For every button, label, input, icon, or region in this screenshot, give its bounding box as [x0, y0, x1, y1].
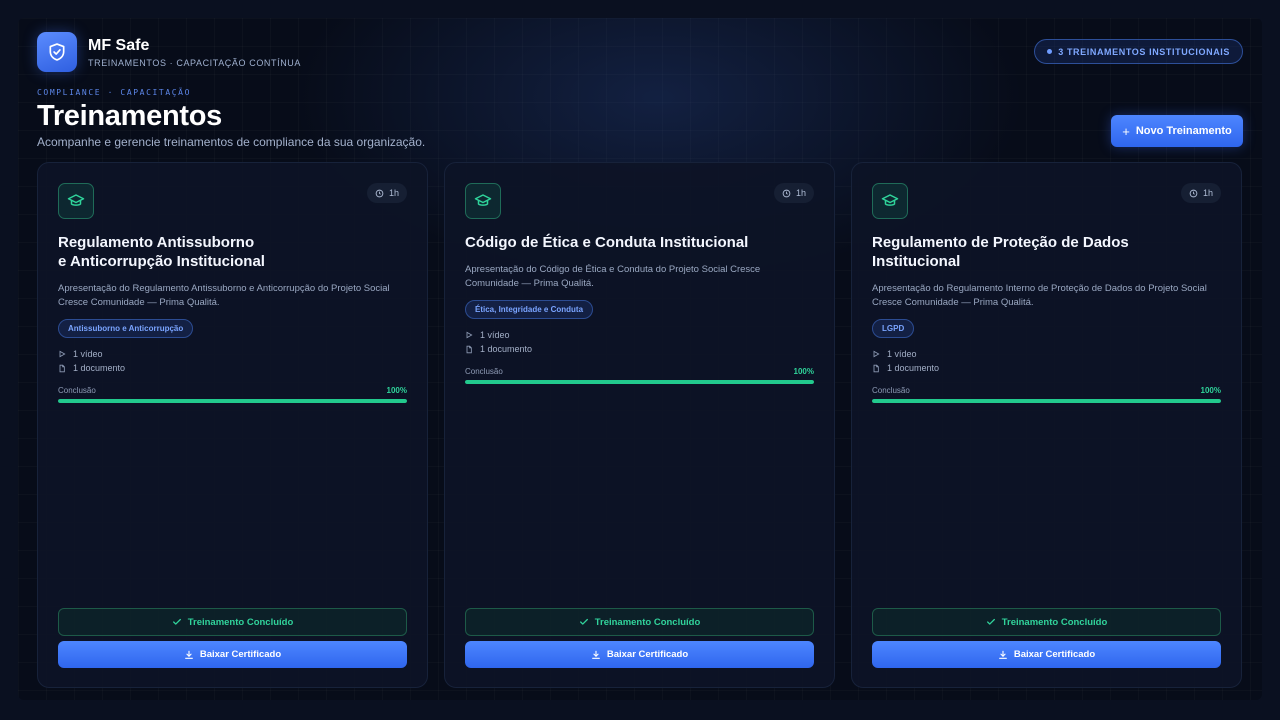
training-title: Regulamento de Proteção de Dados Institu… [872, 233, 1221, 271]
progress-bar [58, 399, 407, 403]
category-tag: LGPD [872, 319, 915, 338]
graduation-cap-icon [465, 183, 501, 219]
training-title: Código de Ética e Conduta Institucional [465, 233, 814, 252]
duration-value: 1h [388, 188, 399, 198]
download-certificate-button[interactable]: Baixar Certificado [872, 641, 1221, 668]
brand-name: MF Safe [88, 37, 150, 54]
progress-percent: 100% [1200, 386, 1221, 395]
new-training-button[interactable]: + Novo Treinamento [1111, 115, 1243, 147]
video-count-label: 1 vídeo [887, 349, 917, 359]
training-description: Apresentação do Regulamento Interno de P… [872, 283, 1207, 308]
duration-value: 1h [1202, 188, 1213, 198]
training-title-line1: Regulamento Antissuborno [58, 234, 255, 251]
completed-label: Treinamento Concluído [187, 616, 294, 628]
completed-label: Treinamento Concluído [1001, 616, 1108, 628]
document-count: 1 documento [872, 361, 1221, 375]
document-icon [59, 364, 65, 372]
play-icon [873, 350, 880, 358]
clock-icon [1189, 189, 1198, 197]
video-count-label: 1 vídeo [480, 330, 510, 340]
completed-label: Treinamento Concluído [594, 616, 701, 628]
training-title: Regulamento Antissuborno e Anticorrupção… [58, 233, 407, 271]
progress-label: Conclusão [872, 386, 910, 395]
training-title-line2: e Anticorrupção Institucional [58, 253, 265, 270]
training-card: 1h Regulamento de Proteção de Dados Inst… [851, 162, 1242, 688]
video-count: 1 vídeo [58, 347, 407, 361]
document-count-label: 1 documento [480, 344, 533, 354]
training-title-line1: Código de Ética e Conduta Institucional [465, 234, 749, 251]
category-tag: Ética, Integridade e Conduta [465, 300, 594, 319]
training-completed-button[interactable]: Treinamento Concluído [58, 608, 407, 636]
page-title: Treinamentos [37, 100, 222, 132]
duration-badge: 1h [366, 183, 407, 203]
new-training-label: Novo Treinamento [1135, 125, 1232, 137]
training-card: 1h Regulamento Antissuborno e Anticorrup… [37, 162, 428, 688]
category-tag: Antissuborno e Anticorrupção [58, 319, 194, 338]
download-certificate-label: Baixar Certificado [199, 649, 282, 660]
plus-icon: + [1122, 123, 1130, 139]
progress-bar [872, 399, 1221, 403]
download-icon [184, 650, 193, 659]
progress-bar-fill [58, 399, 407, 403]
graduation-cap-icon [872, 183, 908, 219]
duration-badge: 1h [1180, 183, 1221, 203]
progress-bar [465, 380, 814, 384]
training-completed-button[interactable]: Treinamento Concluído [872, 608, 1221, 636]
check-icon [172, 618, 181, 625]
brand-subtitle: TREINAMENTOS · CAPACITAÇÃO CONTÍNUA [88, 58, 302, 68]
download-certificate-label: Baixar Certificado [606, 649, 689, 660]
progress-bar-fill [872, 399, 1221, 403]
progress-percent: 100% [793, 367, 814, 376]
section-eyebrow: COMPLIANCE · CAPACITAÇÃO [37, 88, 191, 97]
shield-check-icon [37, 32, 77, 72]
download-certificate-button[interactable]: Baixar Certificado [58, 641, 407, 668]
status-dot-icon [1047, 49, 1053, 54]
play-icon [466, 331, 473, 339]
trainings-count-badge: 3 TREINAMENTOS INSTITUCIONAIS [1034, 39, 1243, 64]
document-count: 1 documento [465, 342, 814, 356]
app-window: MF Safe TREINAMENTOS · CAPACITAÇÃO CONTÍ… [18, 18, 1262, 700]
document-count: 1 documento [58, 361, 407, 375]
video-count-label: 1 vídeo [73, 349, 103, 359]
training-card: 1h Código de Ética e Conduta Institucion… [444, 162, 835, 688]
progress-percent: 100% [386, 386, 407, 395]
graduation-cap-icon [58, 183, 94, 219]
progress-label: Conclusão [465, 367, 503, 376]
download-icon [998, 650, 1007, 659]
training-description: Apresentação do Regulamento Antissuborno… [58, 283, 390, 308]
brand: MF Safe TREINAMENTOS · CAPACITAÇÃO CONTÍ… [37, 32, 301, 72]
duration-badge: 1h [773, 183, 814, 203]
page-description: Acompanhe e gerencie treinamentos de com… [37, 135, 426, 149]
duration-value: 1h [795, 188, 806, 198]
training-description: Apresentação do Código de Ética e Condut… [465, 264, 761, 289]
document-count-label: 1 documento [887, 363, 940, 373]
download-certificate-label: Baixar Certificado [1013, 649, 1096, 660]
trainings-count-label: 3 TREINAMENTOS INSTITUCIONAIS [1058, 46, 1230, 57]
clock-icon [375, 189, 384, 197]
document-icon [873, 364, 879, 372]
download-icon [591, 650, 600, 659]
video-count: 1 vídeo [465, 328, 814, 342]
download-certificate-button[interactable]: Baixar Certificado [465, 641, 814, 668]
progress-label: Conclusão [58, 386, 96, 395]
play-icon [59, 350, 66, 358]
document-icon [466, 345, 472, 353]
video-count: 1 vídeo [872, 347, 1221, 361]
training-completed-button[interactable]: Treinamento Concluído [465, 608, 814, 636]
training-title-line1: Regulamento de Proteção de Dados Institu… [872, 234, 1129, 270]
check-icon [986, 618, 995, 625]
clock-icon [782, 189, 791, 197]
document-count-label: 1 documento [73, 363, 126, 373]
progress-bar-fill [465, 380, 814, 384]
check-icon [579, 618, 588, 625]
